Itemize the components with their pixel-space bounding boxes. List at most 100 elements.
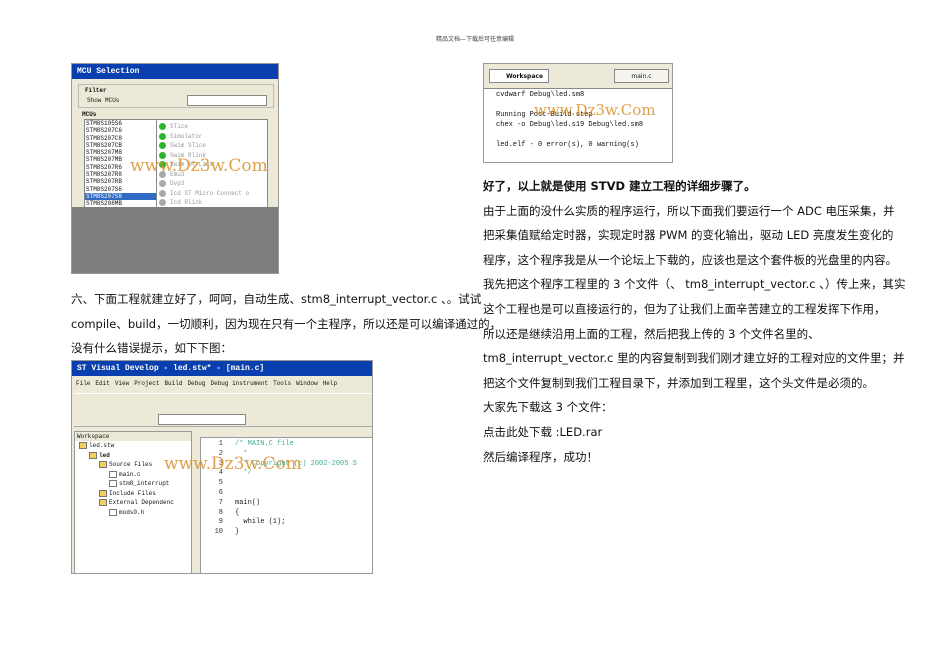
- tool-name: Simulator: [170, 132, 203, 140]
- paragraph-line: 把采集值赋给定时器，实现定时器 PWM 的变化输出，驱动 LED 亮度发生变化的: [483, 228, 894, 243]
- line-number: 5: [218, 479, 223, 488]
- paragraph-line: compile、build，一切顺利，因为现在只有一个主程序，所以还是可以编译通…: [71, 316, 502, 331]
- mcu-item[interactable]: STM8S207CB: [85, 142, 163, 149]
- folder-icon: [99, 461, 107, 469]
- toolbar: [74, 393, 372, 427]
- menu-item[interactable]: Debug instrument: [210, 380, 268, 387]
- paragraph-line: 好了，以上就是使用 STVD 建立工程的详细步骤了。: [483, 179, 756, 193]
- line-number: 8: [218, 508, 223, 517]
- line-number: 1: [218, 440, 223, 448]
- file-icon: [109, 480, 117, 488]
- paragraph-line: 我先把这个程序工程里的 3 个文件（、 tm8_interrupt_vector…: [483, 277, 906, 292]
- gray-status-icon: [159, 199, 166, 207]
- show-mcus-label: Show MCUs: [87, 97, 120, 104]
- code-text: {: [235, 508, 240, 517]
- tool-name: Icd Rlink: [170, 199, 203, 207]
- code-line: 9 while (1);: [201, 518, 372, 528]
- menu-item[interactable]: Build: [164, 380, 182, 387]
- code-line: 6: [201, 488, 372, 499]
- tree-label: Source Files: [109, 461, 153, 469]
- paragraph-line: 没有什么错误提示，如下下图：: [71, 341, 232, 355]
- code-text: main(): [235, 498, 261, 507]
- menu-item[interactable]: View: [115, 380, 129, 387]
- watermark: www.Dz3w.Com: [534, 101, 656, 119]
- paragraph-line: 把这个文件复制到我们工程目录下，并添加到工程里，这个头文件是必须的。: [483, 375, 874, 390]
- watermark: www.Dz3w.Com: [130, 156, 268, 176]
- filter-label: Filter: [85, 87, 107, 94]
- paragraph-line: tm8_interrupt_vector.c 里的内容复制到我们刚才建立好的工程…: [483, 351, 905, 366]
- toolbar-combo[interactable]: [158, 414, 246, 425]
- mcu-item[interactable]: STM8S207C8: [85, 135, 163, 142]
- tool-item[interactable]: Swim STice: [159, 141, 265, 151]
- folder-icon: [99, 489, 107, 497]
- tool-item[interactable]: Simulator: [159, 132, 265, 142]
- line-number: 7: [218, 498, 223, 507]
- workspace-tree[interactable]: led.stw led Source Files main.c stm8_interru…: [75, 441, 191, 517]
- paragraph-line: 由于上面的没什么实质的程序运行，所以下面我们要运行一个 ADC 电压采集，并: [483, 203, 895, 218]
- tab-workspace[interactable]: Workspace: [489, 69, 549, 83]
- tree-label: External Dependenc: [109, 499, 174, 507]
- green-status-icon: [159, 132, 166, 140]
- mcus-label: MCUs: [82, 111, 97, 118]
- tool-name: Dvp3: [170, 180, 185, 188]
- mcu-item[interactable]: STM8S207RB: [85, 178, 163, 185]
- mcu-item[interactable]: STM8S207S6: [85, 186, 163, 193]
- folder-icon: [99, 499, 107, 507]
- output-line: chex -o Debug\led.s19 Debug\led.sm8: [496, 121, 644, 129]
- ide-title: ST Visual Develop - led.stw* - [main.c]: [72, 361, 372, 376]
- tree-item[interactable]: Include Files: [75, 489, 191, 499]
- gray-cover: [72, 207, 278, 273]
- tool-item[interactable]: STice: [159, 122, 265, 132]
- tree-label: mods0.h: [119, 508, 145, 516]
- menu-item[interactable]: Edit: [95, 380, 109, 387]
- menu-bar: File Edit View Project Build Debug Debug instr…: [76, 380, 337, 387]
- mcu-item[interactable]: STM8S207C6: [85, 127, 163, 134]
- menu-item[interactable]: Window: [296, 380, 318, 387]
- code-text: /* MAIN.C file: [235, 440, 294, 448]
- tree-item[interactable]: External Dependenc: [75, 498, 191, 508]
- code-line: 5: [201, 479, 372, 489]
- tool-item[interactable]: Icd ST Micro Connect o: [159, 189, 265, 199]
- line-number: 10: [214, 528, 223, 537]
- show-mcus-input[interactable]: [187, 95, 267, 106]
- tree-label: Include Files: [109, 489, 156, 497]
- watermark: www.Dz3w.Com: [164, 454, 302, 474]
- gray-status-icon: [159, 180, 166, 188]
- tool-item[interactable]: Dvp3: [159, 179, 265, 189]
- code-text: }: [235, 528, 240, 537]
- mcu-selection-screenshot: MCU Selection Filter Show MCUs MCUs STM8…: [71, 63, 279, 274]
- tree-label: led: [99, 451, 110, 459]
- menu-item[interactable]: File: [76, 380, 90, 387]
- page-header: 精品文档---下载后可任意编辑: [435, 36, 515, 43]
- tool-name: Swim STice: [170, 142, 207, 150]
- paragraph-line: 所以还是继续沿用上面的工程，然后把我上传的 3 个文件名里的、: [483, 326, 820, 341]
- folder-icon: [89, 451, 97, 459]
- download-link-line[interactable]: 点击此处下载 :LED.rar: [483, 424, 602, 440]
- tree-item[interactable]: stm8_interrupt: [75, 479, 191, 489]
- paragraph-line: 程序，这个程序我是从一个论坛上下载的，应该也是这个套件板的光盘里的内容。: [483, 252, 897, 267]
- tool-name: Icd ST Micro Connect o: [170, 189, 250, 197]
- tab-main-c[interactable]: main.c: [614, 69, 669, 83]
- folder-icon: [79, 442, 87, 450]
- menu-item[interactable]: Project: [134, 380, 159, 387]
- paragraph-line: 然后编译程序，成功！: [483, 449, 598, 464]
- paragraph-line: 这个工程也是可以直接运行的，但为了让我们上面辛苦建立的工程发挥下作用，: [483, 302, 886, 316]
- tree-label: led.stw: [89, 442, 115, 450]
- gray-status-icon: [159, 189, 166, 197]
- tree-item[interactable]: led.stw: [75, 441, 191, 451]
- stvd-ide-screenshot: ST Visual Develop - led.stw* - [main.c] …: [71, 360, 373, 574]
- file-icon: [109, 508, 117, 516]
- line-number: 6: [218, 488, 223, 497]
- code-line: 10}: [201, 528, 372, 538]
- menu-item[interactable]: Help: [323, 380, 337, 387]
- code-line: 1 /* MAIN.C file: [201, 440, 372, 450]
- menu-item[interactable]: Tools: [273, 380, 291, 387]
- menu-item[interactable]: Debug: [187, 380, 205, 387]
- mcu-item[interactable]: STM8S207S8: [85, 192, 163, 201]
- build-output-screenshot: Workspace main.c cvdwarf Debug\led.sm8 Ru…: [483, 63, 673, 163]
- line-number: 9: [218, 518, 223, 527]
- green-status-icon: [159, 123, 166, 131]
- mcu-item[interactable]: STM8S105S6: [85, 120, 163, 127]
- tree-item[interactable]: mods0.h: [75, 508, 191, 518]
